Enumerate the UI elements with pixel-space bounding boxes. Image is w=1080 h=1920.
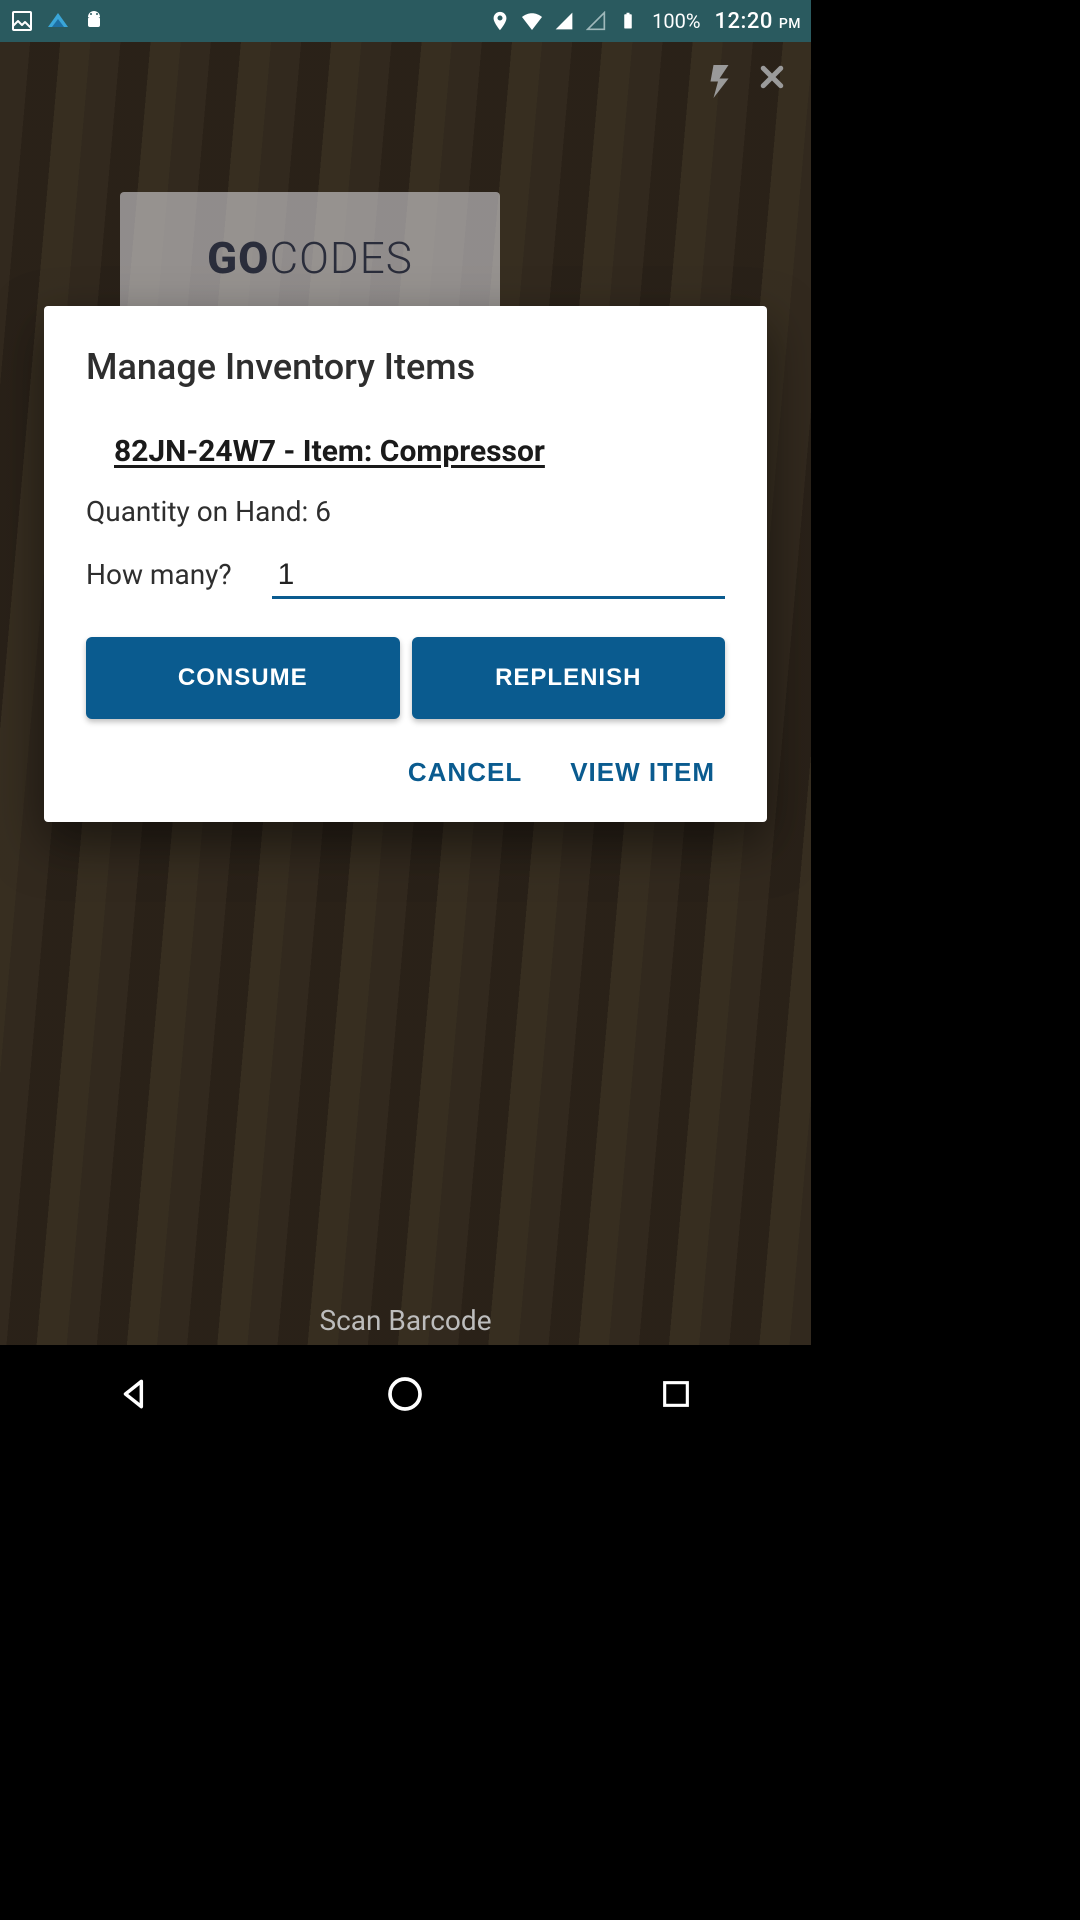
- primary-button-row: CONSUME REPLENISH: [86, 637, 725, 719]
- android-icon: [82, 9, 106, 33]
- howmany-row: How many?: [86, 554, 725, 599]
- status-right: 100% 12:20 PM: [488, 9, 801, 34]
- status-left: [10, 9, 106, 33]
- nav-recent-button[interactable]: [652, 1370, 700, 1418]
- battery-percent: 100%: [652, 9, 700, 33]
- battery-icon: [616, 9, 640, 33]
- wifi-icon: [520, 9, 544, 33]
- howmany-label: How many?: [86, 558, 232, 591]
- consume-button[interactable]: CONSUME: [86, 637, 400, 719]
- item-identifier[interactable]: 82JN-24W7 - Item: Compressor: [114, 434, 725, 469]
- status-bar: 100% 12:20 PM: [0, 0, 811, 42]
- signal-icon-2: [584, 9, 608, 33]
- app-icon: [46, 9, 70, 33]
- nav-back-button[interactable]: [111, 1370, 159, 1418]
- signal-icon-1: [552, 9, 576, 33]
- clock: 12:20 PM: [715, 9, 801, 34]
- clock-time: 12:20: [715, 9, 773, 34]
- flat-button-row: CANCEL VIEW ITEM: [86, 751, 725, 794]
- android-nav-bar: [0, 1345, 811, 1443]
- image-icon: [10, 9, 34, 33]
- nav-home-button[interactable]: [381, 1370, 429, 1418]
- quantity-on-hand: Quantity on Hand: 6: [86, 495, 725, 528]
- inventory-dialog: Manage Inventory Items 82JN-24W7 - Item:…: [44, 306, 767, 822]
- dialog-scrim[interactable]: Manage Inventory Items 82JN-24W7 - Item:…: [0, 42, 811, 1345]
- dialog-title: Manage Inventory Items: [86, 346, 725, 388]
- replenish-button[interactable]: REPLENISH: [412, 637, 726, 719]
- clock-ampm: PM: [779, 16, 801, 32]
- quantity-input[interactable]: [272, 554, 725, 599]
- view-item-button[interactable]: VIEW ITEM: [566, 751, 719, 794]
- location-icon: [488, 9, 512, 33]
- cancel-button[interactable]: CANCEL: [404, 751, 526, 794]
